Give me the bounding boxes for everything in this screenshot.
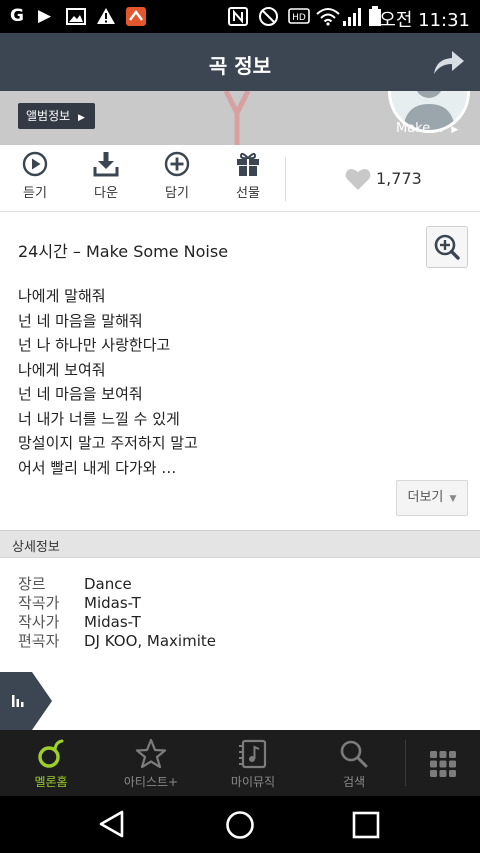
lyric-line: 어서 빨리 내게 다가와 … — [18, 458, 177, 477]
g-app-icon: G — [10, 6, 24, 26]
status-time: 오전 11:31 — [379, 10, 470, 31]
lyric-line: 나에게 말해줘 — [18, 287, 106, 305]
play-icon: ▶ — [38, 6, 52, 26]
detail-key: 장르 — [18, 575, 46, 593]
divider — [285, 157, 286, 201]
nav-label: 멜론홈 — [34, 775, 68, 789]
bottom-nav: 멜론홈 아티스트+ 마이뮤직 검색 — [0, 730, 480, 796]
nav-artist-plus[interactable]: 아티스트+ — [106, 738, 196, 790]
nav-my-music[interactable]: 마이뮤직 — [208, 738, 298, 790]
lyrics: 나에게 말해줘 넌 네 마음을 말해줘 넌 나 하나만 사랑한다고 나에게 보여… — [18, 284, 418, 480]
artist-link[interactable]: Make… ▶ — [396, 121, 458, 136]
image-icon — [66, 8, 86, 25]
detail-header-label: 상세정보 — [12, 540, 60, 555]
system-nav-bar — [0, 796, 480, 853]
more-lyrics-button[interactable]: 더보기 ▼ — [396, 480, 468, 516]
lyric-line: 넌 나 하나만 사랑한다고 — [18, 336, 171, 354]
nav-melon-home[interactable]: 멜론홈 — [6, 738, 96, 790]
detail-value: Dance — [84, 575, 132, 593]
lyric-line: 넌 네 마음을 보여줘 — [18, 385, 143, 403]
action-bar: 듣기 다운 담기 선물 1,773 — [0, 145, 480, 212]
nav-label: 검색 — [342, 775, 366, 789]
gift-label: 선물 — [236, 186, 260, 201]
more-label: 더보기 — [407, 490, 444, 505]
wifi-icon — [316, 8, 340, 26]
lyric-line: 너 내가 너를 느낄 수 있게 — [18, 409, 180, 428]
mute-icon — [259, 7, 278, 26]
star-icon — [135, 738, 167, 769]
nav-label: 아티스트+ — [123, 775, 179, 789]
triangle-right-icon: ▶ — [451, 125, 459, 135]
music-note-icon — [239, 739, 267, 769]
status-bar: G ▶ HD 오전 11:31 — [0, 0, 480, 33]
nav-search[interactable]: 검색 — [309, 738, 399, 790]
zoom-in-icon — [434, 234, 460, 260]
home-icon[interactable] — [225, 810, 255, 840]
download-icon — [93, 152, 119, 177]
svg-text:HD: HD — [292, 13, 306, 23]
album-info-button[interactable]: 앨범정보 ▶ — [18, 103, 95, 129]
download-button[interactable]: 다운 — [78, 151, 134, 201]
detail-value: DJ KOO, Maximite — [84, 632, 216, 650]
news-app-icon — [126, 7, 146, 26]
nfc-icon — [228, 7, 248, 26]
triangle-down-icon: ▼ — [449, 494, 457, 504]
lyric-line: 망설이지 말고 주저하지 말고 — [18, 434, 198, 452]
page-title: 곡 정보 — [208, 54, 272, 78]
gift-button[interactable]: 선물 — [220, 151, 276, 201]
recent-apps-icon[interactable] — [352, 811, 380, 839]
apps-grid-icon[interactable] — [430, 751, 456, 777]
download-label: 다운 — [94, 186, 118, 201]
detail-row: 장르 Dance — [18, 575, 216, 594]
nav-label: 마이뮤직 — [230, 775, 276, 789]
melon-logo-icon — [38, 739, 64, 768]
title-bar: 곡 정보 — [0, 33, 480, 91]
album-info-label: 앨범정보 — [26, 109, 71, 123]
detail-row: 작곡가 Midas-T — [18, 594, 216, 613]
album-art-strip — [223, 91, 251, 145]
detail-value: Midas-T — [84, 594, 141, 612]
like-count: 1,773 — [376, 169, 422, 188]
search-icon — [340, 740, 368, 768]
detail-key: 편곡자 — [18, 632, 60, 650]
detail-key: 작곡가 — [18, 594, 60, 612]
warning-icon — [97, 8, 115, 24]
lyrics-zoom-button[interactable] — [426, 226, 468, 268]
back-icon[interactable] — [98, 810, 126, 838]
share-icon[interactable] — [432, 47, 466, 77]
hd-icon: HD — [288, 8, 310, 24]
plus-circle-icon — [164, 151, 190, 177]
lyric-line: 나에게 보여줘 — [18, 360, 106, 379]
detail-key: 작사가 — [18, 613, 60, 631]
lyric-line: 넌 네 마음을 말해줘 — [18, 311, 143, 330]
add-to-playlist-button[interactable]: 담기 — [149, 151, 205, 201]
artist-name: Make… — [396, 121, 444, 136]
detail-row: 작사가 Midas-T — [18, 613, 216, 632]
song-title-line: 24시간 – Make Some Noise — [18, 242, 229, 261]
add-label: 담기 — [165, 186, 189, 201]
album-banner: 앨범정보 ▶ Make… ▶ — [0, 91, 480, 145]
triangle-right-icon: ▶ — [78, 113, 85, 123]
detail-row: 편곡자 DJ KOO, Maximite — [18, 632, 216, 651]
detail-list: 장르 Dance 작곡가 Midas-T 작사가 Midas-T 편곡자 DJ KOO,… — [18, 575, 216, 651]
signal-icon — [343, 8, 361, 26]
detail-value: Midas-T — [84, 613, 141, 631]
mini-player-tab[interactable] — [0, 672, 52, 730]
listen-label: 듣기 — [23, 186, 47, 201]
play-circle-icon — [22, 151, 48, 177]
heart-icon[interactable] — [345, 167, 371, 191]
listen-button[interactable]: 듣기 — [7, 151, 63, 201]
divider — [405, 740, 406, 786]
gift-icon — [237, 152, 259, 176]
detail-section-header: 상세정보 — [0, 530, 480, 558]
